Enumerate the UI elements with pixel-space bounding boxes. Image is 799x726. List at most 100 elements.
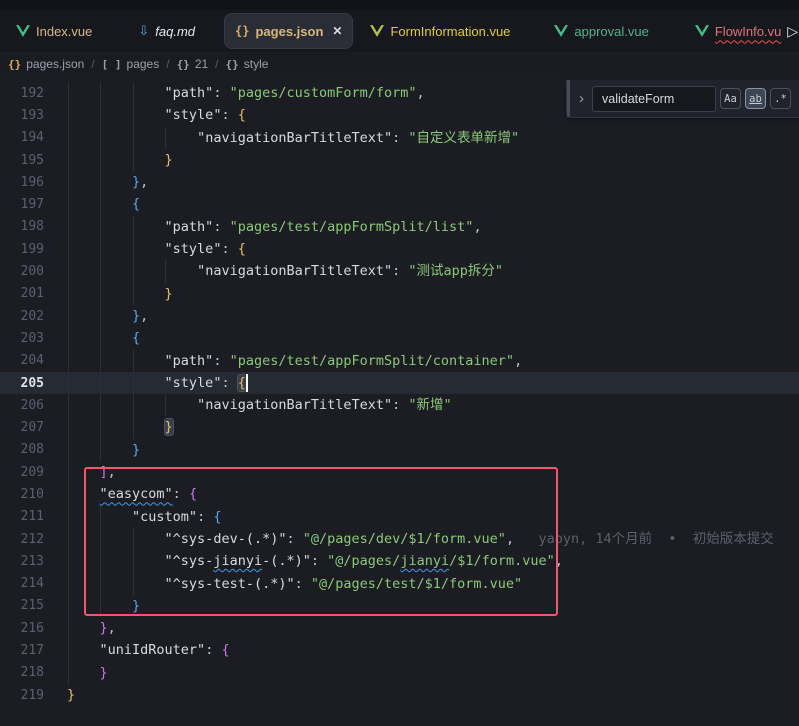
line-number: 210	[0, 487, 44, 502]
code-line-206[interactable]: 206"navigationBarTitleText": "新增"	[0, 394, 799, 416]
indent-guide	[133, 238, 134, 260]
token: "uniIdRouter"	[100, 642, 206, 658]
breadcrumb-item-21[interactable]: {}21	[177, 57, 209, 71]
indent-guide	[100, 238, 101, 260]
gutter: 200	[0, 264, 67, 279]
tab-label: FlowInfo.vu	[715, 24, 781, 39]
indent-guide	[100, 506, 101, 528]
code-line-197[interactable]: 197{	[0, 193, 799, 215]
breadcrumb-item-pages-json[interactable]: {}pages.json	[8, 57, 84, 71]
line-number: 199	[0, 242, 44, 257]
token: "^sys-test-(.*)"	[165, 576, 295, 592]
code-editor[interactable]: 192"path": "pages/customForm/form",193"s…	[0, 76, 799, 726]
tab-index-vue[interactable]: Index.vue	[6, 14, 102, 48]
indent-guide	[100, 216, 101, 238]
line-number: 214	[0, 576, 44, 591]
indent-guide	[68, 595, 69, 617]
indent-guide	[68, 238, 69, 260]
code-line-198[interactable]: 198"path": "pages/test/appFormSplit/list…	[0, 216, 799, 238]
breadcrumb-item-style[interactable]: {}style	[226, 57, 269, 71]
line-number: 208	[0, 442, 44, 457]
indent-guide	[133, 127, 134, 149]
code-line-201[interactable]: 201}	[0, 283, 799, 305]
tab-faq-md[interactable]: ⇩faq.md	[128, 14, 205, 48]
token: :	[392, 263, 408, 279]
code-line-208[interactable]: 208}	[0, 439, 799, 461]
breadcrumb-label: style	[244, 57, 269, 71]
code-line-212[interactable]: 212"^sys-dev-(.*)": "@/pages/dev/$1/form…	[0, 528, 799, 550]
breadcrumb-label: 21	[195, 57, 208, 71]
code-line-207[interactable]: 207}	[0, 416, 799, 438]
tab-approval-vue[interactable]: approval.vue	[544, 14, 658, 48]
code-line-219[interactable]: 219}	[0, 684, 799, 706]
indent-guide	[100, 171, 101, 193]
breadcrumb-item-pages[interactable]: [ ]pages	[102, 57, 160, 71]
tab-close-icon[interactable]: ✕	[332, 24, 342, 38]
tab-flowinfo-vu[interactable]: FlowInfo.vu	[685, 14, 791, 48]
token: "pages/test/appFormSplit/list"	[230, 219, 474, 235]
code-line-203[interactable]: 203{	[0, 327, 799, 349]
code-line-196[interactable]: 196},	[0, 171, 799, 193]
token: :	[213, 219, 229, 235]
code-text: "path": "pages/test/appFormSplit/contain…	[67, 350, 522, 372]
code-line-194[interactable]: 194"navigationBarTitleText": "自定义表单新增"	[0, 127, 799, 149]
indent-guide	[68, 283, 69, 305]
code-line-205[interactable]: 205"style": {	[0, 372, 799, 394]
token: ,	[108, 620, 116, 636]
token: "^sys-	[165, 553, 214, 569]
code-line-213[interactable]: 213"^sys-jianyi-(.*)": "@/pages/jianyi/$…	[0, 550, 799, 572]
symbol-icon: {}	[8, 58, 21, 71]
breadcrumb: {}pages.json/[ ]pages/{}21/{}style	[0, 52, 799, 76]
line-number: 204	[0, 353, 44, 368]
tab-pages-json[interactable]: {}pages.json✕	[225, 14, 352, 48]
token: ,	[473, 219, 481, 235]
indent-guide	[133, 372, 134, 394]
indent-guide	[165, 260, 166, 282]
find-whole-word-button[interactable]: ab	[745, 88, 766, 109]
code-line-195[interactable]: 195}	[0, 149, 799, 171]
code-line-199[interactable]: 199"style": {	[0, 238, 799, 260]
tab-forminformation-vue[interactable]: FormInformation.vue	[360, 14, 520, 48]
token: ,	[140, 174, 148, 190]
code-line-202[interactable]: 202},	[0, 305, 799, 327]
token: }	[165, 152, 173, 168]
find-match-case-button[interactable]: Aa	[720, 88, 741, 109]
code-line-216[interactable]: 216},	[0, 617, 799, 639]
token: }	[132, 442, 140, 458]
token: }	[132, 598, 140, 614]
code-line-209[interactable]: 209],	[0, 461, 799, 483]
token: }	[132, 308, 140, 324]
code-line-200[interactable]: 200"navigationBarTitleText": "测试app拆分"	[0, 260, 799, 282]
token: }	[165, 419, 173, 435]
token: -(.*)"	[262, 553, 311, 569]
indent-guide	[100, 528, 101, 550]
find-input-value: validateForm	[602, 92, 674, 106]
find-resize-handle[interactable]	[567, 80, 570, 117]
find-input[interactable]: validateForm	[592, 86, 716, 112]
gutter: 209	[0, 465, 67, 480]
token: "path"	[165, 219, 214, 235]
line-number: 213	[0, 554, 44, 569]
code-line-204[interactable]: 204 "path": "pages/test/appFormSplit/cont…	[0, 350, 799, 372]
gutter: 210	[0, 487, 67, 502]
code-line-210[interactable]: 210"easycom": {	[0, 483, 799, 505]
code-text: "uniIdRouter": {	[67, 639, 230, 661]
indent-guide	[100, 305, 101, 327]
token: :	[221, 241, 237, 257]
token: }	[100, 620, 108, 636]
gutter: 199	[0, 242, 67, 257]
code-line-214[interactable]: 214"^sys-test-(.*)": "@/pages/test/$1/fo…	[0, 573, 799, 595]
code-line-215[interactable]: 215}	[0, 595, 799, 617]
line-number: 196	[0, 175, 44, 190]
tab-overflow-chevron-icon[interactable]: ▷	[787, 23, 798, 40]
indent-guide	[100, 283, 101, 305]
find-regex-button[interactable]: .*	[770, 88, 791, 109]
find-toggle-replace-chevron-icon[interactable]: ›	[579, 90, 584, 107]
gutter: 201	[0, 286, 67, 301]
indent-guide	[68, 550, 69, 572]
indent-guide	[68, 639, 69, 661]
indent-guide	[68, 416, 69, 438]
code-line-211[interactable]: 211"custom": {	[0, 506, 799, 528]
code-line-217[interactable]: 217"uniIdRouter": {	[0, 639, 799, 661]
code-line-218[interactable]: 218}	[0, 662, 799, 684]
